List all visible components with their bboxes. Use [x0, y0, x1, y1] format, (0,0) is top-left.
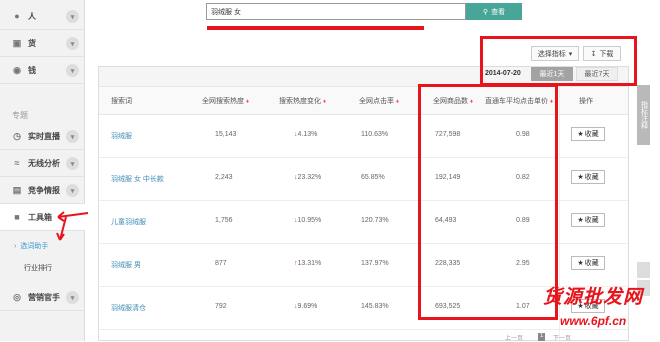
sidebar-subitem-industry-rank[interactable]: 行业排行 [0, 257, 85, 279]
money-icon: ◉ [13, 64, 21, 75]
rail-box[interactable] [637, 262, 650, 278]
sidebar-item-people[interactable]: ● 人 ▾ [0, 3, 85, 30]
annotation-box-controls [480, 36, 637, 86]
sidebar-subitem-label: 行业排行 [24, 265, 52, 272]
star-icon: ★ [577, 217, 584, 224]
user-icon: ● [14, 11, 20, 21]
search-heat-value: 792 [215, 303, 227, 310]
favorite-button[interactable]: ★ 收藏 [571, 127, 605, 141]
sidebar-item-label: 钱 [28, 65, 36, 75]
sidebar-item-wireless[interactable]: ≈ 无线分析 ▾ [0, 150, 85, 177]
sidebar: ● 人 ▾ ▣ 货 ▾ ◉ 钱 ▾ 专题 ◷ 实时直播 ▾ ≈ 无线分析 ▾ ▤… [0, 0, 85, 341]
star-icon: ★ [577, 174, 584, 181]
sidebar-item-marketing[interactable]: ◎ 营销官手 ▾ [0, 284, 85, 311]
heat-change-value: ↑13.31% [294, 260, 322, 267]
ctr-value: 137.97% [361, 260, 389, 267]
sidebar-item-label: 工具箱 [28, 212, 52, 222]
ctr-value: 65.85% [361, 174, 385, 181]
favorite-button-label: 收藏 [584, 131, 599, 138]
header-keyword[interactable]: 搜索词 [111, 96, 132, 106]
sidebar-item-label: 竞争情报 [28, 185, 60, 195]
search-heat-value: 2,243 [215, 174, 233, 181]
watermark-title: 货源批发网 [543, 287, 644, 308]
chevron-down-icon: ▾ [66, 291, 79, 304]
indicator-notes-tab[interactable]: 指标注释 [637, 85, 650, 145]
favorite-button[interactable]: ★ 收藏 [571, 256, 605, 270]
sidebar-item-label: 无线分析 [28, 158, 60, 168]
chevron-down-icon: ▾ [66, 157, 79, 170]
ctr-value: 120.73% [361, 217, 389, 224]
clock-icon: ◷ [13, 130, 21, 141]
sidebar-item-label: 货 [28, 38, 36, 48]
search-input[interactable]: 羽绒服 女 [206, 3, 466, 20]
sidebar-item-goods[interactable]: ▣ 货 ▾ [0, 30, 85, 57]
ctr-value: 145.83% [361, 303, 389, 310]
pager-next[interactable]: 下一页 [553, 333, 571, 342]
annotation-arrows [56, 211, 89, 241]
favorite-button-label: 收藏 [584, 174, 599, 181]
favorite-button[interactable]: ★ 收藏 [571, 213, 605, 227]
favorite-button-label: 收藏 [584, 260, 599, 267]
sidebar-item-label: 营销官手 [28, 292, 60, 302]
keyword-link[interactable]: 羽绒服 [111, 131, 132, 141]
sidebar-item-label: 人 [28, 11, 36, 21]
wifi-icon: ≈ [14, 158, 20, 168]
sort-icon: ♦ [323, 99, 327, 105]
annotation-underline [207, 26, 424, 30]
annotation-box-columns [418, 84, 558, 320]
header-heat-change[interactable]: 搜索热度变化 ♦ [279, 96, 326, 106]
heat-change-value: ↓23.32% [294, 174, 322, 181]
favorite-button-label: 收藏 [584, 217, 599, 224]
keyword-link[interactable]: 羽绒服 男 [111, 260, 141, 270]
indicator-notes-label: 指标注释 [640, 101, 648, 129]
heat-change-value: ↓4.13% [294, 131, 318, 138]
star-icon: ★ [577, 260, 584, 267]
sort-icon: ♦ [246, 99, 250, 105]
target-icon: ◎ [13, 291, 21, 302]
goods-icon: ▣ [12, 37, 22, 48]
header-ctr[interactable]: 全网点击率 ♦ [359, 96, 399, 106]
pager-page[interactable]: 1 [538, 333, 546, 341]
search-icon: ⚲ [482, 8, 489, 16]
pager-prev[interactable]: 上一页 [505, 333, 523, 342]
search-heat-value: 877 [215, 260, 227, 267]
doc-icon: ▤ [12, 184, 22, 195]
toolbox-icon: ■ [14, 212, 20, 222]
chevron-down-icon: ▾ [66, 10, 79, 23]
search-button-label: 查看 [491, 8, 506, 16]
star-icon: ★ [577, 131, 584, 138]
search-heat-value: 1,756 [215, 217, 233, 224]
chevron-down-icon: ▾ [66, 64, 79, 77]
favorite-button[interactable]: ★ 收藏 [571, 170, 605, 184]
keyword-link[interactable]: 羽绒服 女 中长款 [111, 174, 164, 184]
chevron-right-icon: › [14, 242, 17, 250]
sidebar-section-title: 专题 [12, 111, 28, 120]
watermark-url: www.6pf.cn [560, 314, 627, 328]
chevron-down-icon: ▾ [66, 37, 79, 50]
header-search-heat[interactable]: 全网搜索热度 ♦ [202, 96, 249, 106]
sidebar-item-money[interactable]: ◉ 钱 ▾ [0, 57, 85, 84]
ctr-value: 110.63% [361, 131, 389, 138]
search-heat-value: 15,143 [215, 131, 237, 138]
sort-icon: ♦ [396, 99, 400, 105]
keyword-link[interactable]: 羽绒服清仓 [111, 303, 146, 313]
header-actions: 操作 [579, 98, 593, 105]
sidebar-item-realtime[interactable]: ◷ 实时直播 ▾ [0, 123, 85, 150]
chevron-down-icon: ▾ [66, 130, 79, 143]
heat-change-value: ↓10.95% [294, 217, 322, 224]
sidebar-subitem-label: 选词助手 [20, 243, 49, 250]
heat-change-value: ↓9.69% [294, 303, 318, 310]
sidebar-item-label: 实时直播 [28, 131, 60, 141]
search-button[interactable]: ⚲ 查看 [466, 3, 522, 20]
keyword-link[interactable]: 儿童羽绒服 [111, 217, 146, 227]
